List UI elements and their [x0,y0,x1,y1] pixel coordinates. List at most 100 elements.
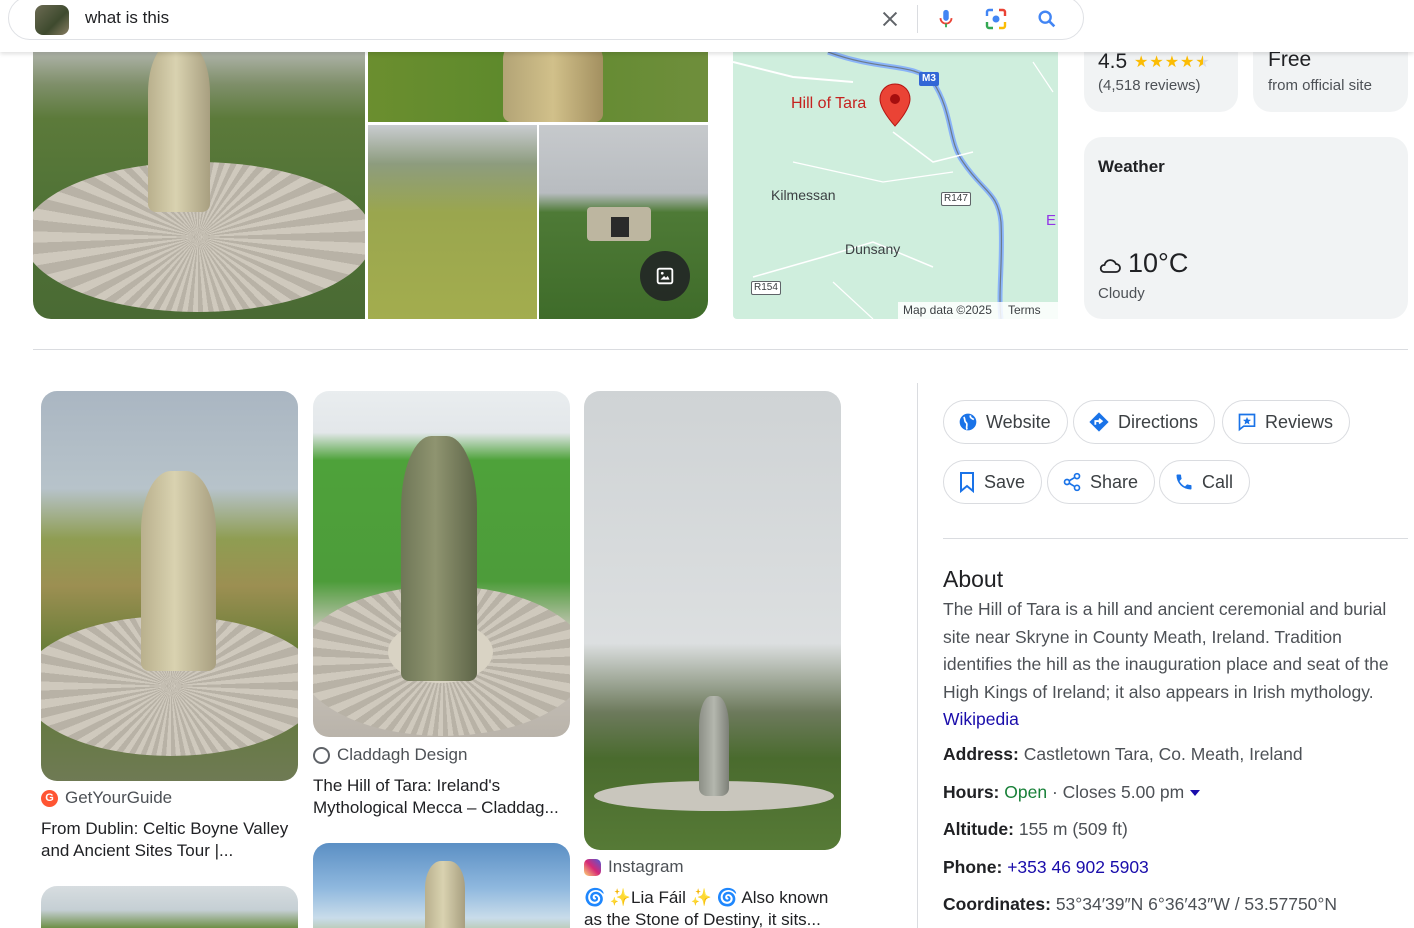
place-photo-2[interactable] [368,52,708,122]
directions-icon [1089,412,1109,432]
view-photos-button[interactable] [640,251,690,301]
weather-title: Weather [1098,157,1165,176]
address-value[interactable]: Castletown Tara, Co. Meath, Ireland [1024,744,1303,764]
query-image-thumbnail[interactable] [35,5,69,35]
reviews-button[interactable]: Reviews [1222,400,1351,444]
panel-divider [917,383,918,928]
standing-stone [401,436,477,681]
visual-match-source-1[interactable]: G GetYourGuide [41,788,172,808]
standing-stone [141,471,216,671]
search-divider [917,5,918,33]
place-photo-main[interactable] [33,52,365,319]
microphone-icon[interactable] [930,3,962,35]
title-line: Mythological Mecca – Claddag... [313,798,559,817]
title-line: and Ancient Sites Tour |... [41,841,234,860]
coordinates-row: Coordinates: 53°34′39″N 6°36′43″W / 53.5… [943,894,1337,915]
altitude-label: Altitude: [943,819,1014,839]
source-name: GetYourGuide [65,788,173,807]
directions-button[interactable]: Directions [1073,400,1216,444]
wikipedia-link[interactable]: Wikipedia [943,709,1019,729]
map-data-text: Map data ©2025 [903,303,992,317]
location-map[interactable]: M3 R147 R154 Hill of Tara Kilmessan Duns… [733,52,1058,319]
search-results-page: what is this M3 R147 R154 Hill of Tara K… [0,0,1414,928]
map-place-label: Hill of Tara [791,95,867,112]
share-button[interactable]: Share [1047,460,1156,504]
claddagh-design-icon [313,746,330,764]
about-description: The Hill of Tara is a hill and ancient c… [943,596,1405,734]
source-name: Instagram [608,857,684,876]
visual-match-image-1[interactable] [41,391,298,781]
map-pin-icon [879,83,911,127]
review-star-icon [1238,413,1256,432]
visual-match-source-3[interactable]: Instagram [584,857,684,877]
globe-icon [959,413,977,431]
hours-label: Hours: [943,782,1000,802]
altitude-row: Altitude: 155 m (509 ft) [943,819,1128,840]
visual-match-title-1[interactable]: From Dublin: Celtic Boyne Valley and Anc… [41,818,288,862]
bookmark-icon [960,472,974,493]
visual-match-source-2[interactable]: Claddagh Design [313,745,467,765]
share-label: Share [1090,471,1139,492]
call-label: Call [1202,471,1234,492]
visual-match-title-3[interactable]: 🌀 ✨Lia Fáil ✨ 🌀 Also known as the Stone … [584,887,828,928]
address-row: Address: Castletown Tara, Co. Meath, Ire… [943,744,1303,765]
search-box[interactable]: what is this [8,0,1084,40]
address-label: Address: [943,744,1019,764]
standing-stone [425,861,465,928]
standing-stone [699,696,729,796]
hours-detail: · Closes 5.00 pm [1051,782,1185,802]
website-label: Website [986,411,1051,432]
phone-label: Phone: [943,857,1003,877]
road-tag-r147: R147 [941,192,971,206]
title-line: 🌀 ✨Lia Fáil ✨ 🌀 Also known [584,888,829,907]
passage-tomb-door [611,217,629,237]
map-town-dunsany: Dunsany [845,241,901,257]
phone-link[interactable]: +353 46 902 5903 [1007,857,1149,877]
about-text: The Hill of Tara is a hill and ancient c… [943,599,1389,702]
search-header: what is this [0,0,1414,52]
lens-camera-icon[interactable] [980,3,1012,35]
title-line: as the Stone of Destiny, it sits... [584,910,821,928]
rating-value: 4.5 [1098,50,1128,73]
visual-match-image-2[interactable] [313,391,570,737]
phone-icon [1176,474,1192,490]
instagram-icon [584,858,601,876]
save-button[interactable]: Save [943,460,1043,504]
coordinates-label: Coordinates: [943,894,1051,914]
star-rating-icon: ★★★★★★ [1134,54,1211,71]
weather-condition: Cloudy [1098,285,1145,302]
stone-closeup [503,52,603,122]
cloud-icon [1099,259,1121,273]
price-note: from official site [1268,77,1372,94]
panel-section-divider [943,538,1408,539]
weather-card[interactable]: Weather 10°C Cloudy [1084,137,1408,319]
altitude-value: 155 m (509 ft) [1018,819,1128,839]
section-divider [33,349,1408,350]
map-terms-link[interactable]: Terms [1008,303,1041,317]
standing-stone [148,52,210,212]
getyourguide-icon: G [41,789,58,807]
website-button[interactable]: Website [943,400,1068,444]
weather-temperature: 10°C [1128,248,1189,278]
phone-row: Phone: +353 46 902 5903 [943,857,1149,878]
reviews-label: Reviews [1265,411,1334,432]
visual-match-image-4[interactable] [41,886,298,928]
image-gallery-icon [656,267,674,285]
map-attribution: Map data ©2025 Terms [898,302,1058,319]
hours-status: Open [1004,782,1048,802]
road-tag-m3: M3 [919,72,939,86]
visual-match-image-5[interactable] [313,843,570,928]
visual-match-image-3[interactable] [584,391,841,850]
directions-label: Directions [1118,411,1199,432]
hours-row[interactable]: Hours: Open · Closes 5.00 pm [943,782,1201,803]
chevron-down-icon[interactable] [1189,788,1201,798]
call-button[interactable]: Call [1159,460,1251,504]
map-town-kilmessan: Kilmessan [771,187,836,203]
coordinates-value[interactable]: 53°34′39″N 6°36′43″W / 53.57750°N [1056,894,1337,914]
visual-match-title-2[interactable]: The Hill of Tara: Ireland's Mythological… [313,775,559,819]
search-icon[interactable] [1031,3,1063,35]
place-photo-3[interactable] [368,125,537,319]
search-input[interactable]: what is this [85,8,169,28]
clear-icon[interactable] [874,3,906,35]
title-line: From Dublin: Celtic Boyne Valley [41,819,289,838]
